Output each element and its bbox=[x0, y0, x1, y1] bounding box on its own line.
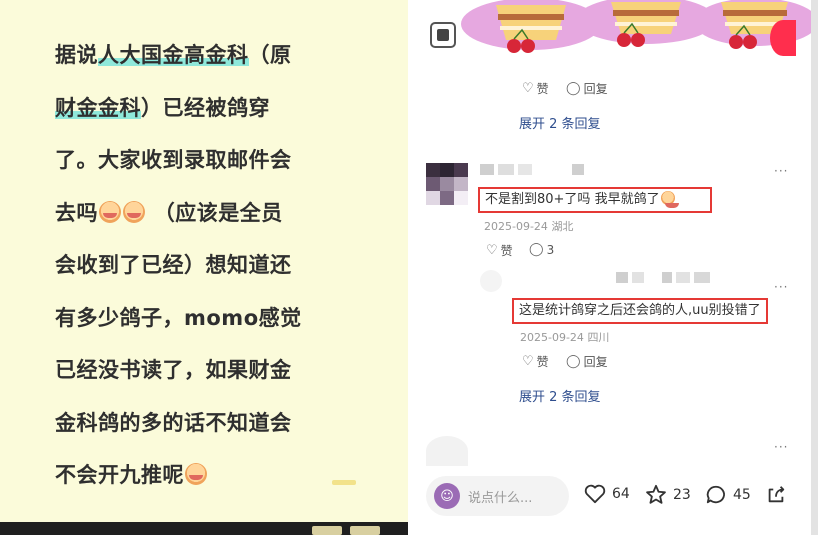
reply-label: 回复 bbox=[583, 355, 608, 369]
like-button[interactable]: ♡ 赞 bbox=[522, 80, 549, 97]
username-blurred[interactable] bbox=[480, 164, 584, 175]
post-text-segment: 有多少鸽子，momo感觉 bbox=[55, 305, 302, 330]
like-button[interactable]: ♡ 赞 bbox=[486, 242, 513, 259]
user-avatar-icon: ☺ bbox=[434, 483, 460, 509]
expand-replies-link[interactable]: 展开 2 条回复 bbox=[519, 113, 601, 132]
reply-button[interactable]: ◯ 回复 bbox=[566, 353, 608, 370]
post-text-segment: 会收到了已经）想知道还 bbox=[55, 253, 292, 277]
more-options-icon[interactable]: ··· bbox=[774, 280, 788, 294]
username-blurred[interactable] bbox=[616, 272, 710, 283]
heart-icon: ♡ bbox=[522, 81, 534, 96]
post-line: 有多少鸽子，momo感觉 bbox=[55, 300, 395, 353]
share-icon bbox=[768, 486, 785, 503]
post-text-segment: （应该是全员 bbox=[146, 200, 283, 225]
like-count: 64 bbox=[612, 486, 630, 502]
post-text-segment: 了。大家收到录取邮件会 bbox=[55, 148, 292, 172]
post-text-segment: 金科鸽的多的话不知道会 bbox=[55, 410, 292, 435]
speech-bubble-icon: ◯ bbox=[529, 242, 544, 257]
next-image-strip bbox=[0, 522, 408, 535]
highlighted-text: 人大国金高金科 bbox=[98, 43, 249, 67]
post-line: 已经没书读了，如果财金 bbox=[55, 352, 395, 405]
note-icon[interactable] bbox=[430, 22, 456, 48]
speech-bubble-icon: ◯ bbox=[566, 354, 581, 369]
cake-sticker-banner bbox=[461, 0, 811, 53]
post-line: 了。大家收到录取邮件会 bbox=[55, 142, 395, 195]
post-text-segment: （原 bbox=[248, 43, 292, 67]
heart-icon bbox=[584, 484, 606, 504]
more-options-icon[interactable]: ··· bbox=[774, 440, 788, 454]
reply-button[interactable]: ◯ 3 bbox=[529, 242, 554, 257]
comment-count: 45 bbox=[733, 486, 751, 503]
heart-icon: ♡ bbox=[522, 354, 534, 369]
comment-placeholder: 说点什么... bbox=[468, 490, 533, 506]
reply-text: 这是统计鸽穿之后还会鸽的人,uu别投错了 bbox=[512, 298, 768, 324]
crying-emoji-icon bbox=[123, 200, 145, 223]
favorite-count-button[interactable]: 23 bbox=[645, 484, 691, 505]
comment-count-button[interactable]: 45 bbox=[705, 484, 751, 505]
speech-bubble-icon bbox=[706, 485, 725, 504]
avatar[interactable] bbox=[426, 163, 468, 205]
decorative-dash bbox=[332, 480, 356, 485]
emoji-icon bbox=[660, 191, 679, 208]
comment-text: 不是割到80+了吗 我早就鸽了 bbox=[478, 187, 712, 213]
like-label: 赞 bbox=[536, 355, 549, 369]
post-text: 据说人大国金高金科（原 财金金科）已经被鸽穿 了。大家收到录取邮件会 去吗 （应该是全… bbox=[55, 37, 395, 510]
bottom-action-bar: ☺ 说点什么... 64 23 45 bbox=[408, 470, 811, 528]
favorite-count: 23 bbox=[673, 486, 691, 503]
post-text-segment: 已经没书读了，如果财金 bbox=[55, 358, 292, 382]
avatar[interactable] bbox=[426, 436, 468, 466]
share-button[interactable] bbox=[765, 484, 793, 505]
post-text-segment: 去吗 bbox=[55, 200, 98, 225]
comments-panel: ♡ 赞 ◯ 回复 展开 2 条回复 ··· 不是割到80+了吗 我早就鸽了 20… bbox=[408, 0, 811, 535]
like-label: 赞 bbox=[500, 244, 513, 258]
red-badge bbox=[770, 20, 796, 56]
like-button[interactable]: ♡ 赞 bbox=[522, 353, 549, 370]
reply-button[interactable]: ◯ 回复 bbox=[566, 80, 608, 97]
avatar[interactable] bbox=[480, 270, 502, 292]
star-icon bbox=[646, 484, 666, 504]
like-label: 赞 bbox=[536, 82, 549, 96]
more-options-icon[interactable]: ··· bbox=[774, 164, 788, 178]
speech-bubble-icon: ◯ bbox=[566, 81, 581, 96]
post-image: 据说人大国金高金科（原 财金金科）已经被鸽穿 了。大家收到录取邮件会 去吗 （应该是全… bbox=[0, 0, 408, 535]
highlighted-text: 财金金科 bbox=[55, 95, 141, 120]
post-line: 金科鸽的多的话不知道会 bbox=[55, 405, 395, 458]
post-line: 财金金科）已经被鸽穿 bbox=[55, 90, 395, 143]
crying-emoji-icon bbox=[99, 200, 121, 223]
post-line: 去吗 （应该是全员 bbox=[55, 195, 395, 248]
post-line: 据说人大国金高金科（原 bbox=[55, 37, 395, 90]
crying-emoji-icon bbox=[185, 463, 207, 485]
expand-replies-link[interactable]: 展开 2 条回复 bbox=[519, 386, 601, 405]
reply-meta: 2025-09-24 四川 bbox=[520, 329, 609, 345]
like-count-button[interactable]: 64 bbox=[584, 484, 630, 504]
post-text-segment: 据说 bbox=[55, 43, 98, 67]
comment-input[interactable]: ☺ 说点什么... bbox=[426, 476, 569, 516]
scrollbar[interactable] bbox=[811, 0, 818, 535]
comment-meta: 2025-09-24 湖北 bbox=[484, 218, 573, 234]
reply-count: 3 bbox=[546, 242, 555, 257]
app-window: 据说人大国金高金科（原 财金金科）已经被鸽穿 了。大家收到录取邮件会 去吗 （应该是全… bbox=[0, 0, 818, 535]
comment-location: 湖北 bbox=[551, 220, 574, 233]
post-text-segment: 不会开九推呢 bbox=[55, 463, 184, 487]
reply-location: 四川 bbox=[587, 331, 610, 344]
post-text-segment: ）已经被鸽穿 bbox=[141, 95, 270, 120]
reply-date: 2025-09-24 bbox=[520, 331, 584, 344]
post-line: 会收到了已经）想知道还 bbox=[55, 247, 395, 300]
comment-date: 2025-09-24 bbox=[484, 220, 548, 233]
reply-label: 回复 bbox=[583, 82, 608, 96]
heart-icon: ♡ bbox=[486, 243, 498, 258]
